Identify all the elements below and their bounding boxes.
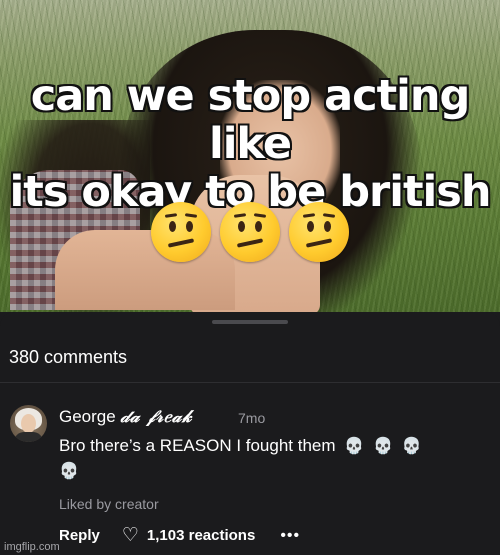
comments-count: 380 comments: [9, 347, 128, 367]
comment-timestamp: 7mo: [238, 410, 266, 426]
drag-handle[interactable]: [212, 320, 288, 324]
comments-sheet: 380 comments George 𝒹𝒶 𝒻𝓇𝑒𝒶𝓀 7mo Bro the…: [0, 312, 500, 555]
watermark: imgflip.com: [4, 541, 60, 553]
author-suffix: 𝒹𝒶 𝒻𝓇𝑒𝒶𝓀: [120, 407, 193, 427]
reactions-count[interactable]: 1,103 reactions: [147, 527, 255, 544]
skull-icon: 💀: [372, 438, 393, 455]
meme-caption: can we stop acting like its okay to be b…: [0, 71, 500, 217]
liked-by-creator: Liked by creator: [59, 496, 159, 512]
skull-icon: 💀: [344, 438, 365, 455]
comment-actions: Reply ♡ 1,103 reactions •••: [59, 526, 300, 545]
comment-author[interactable]: George 𝒹𝒶 𝒻𝓇𝑒𝒶𝓀: [59, 407, 192, 427]
more-options-button[interactable]: •••: [280, 527, 300, 545]
author-name: George: [59, 407, 116, 426]
meme-photo: can we stop acting like its okay to be b…: [0, 0, 500, 312]
confused-face-icon: [289, 202, 349, 262]
heart-icon[interactable]: ♡: [122, 526, 139, 545]
comment-body: Bro there’s a REASON I fought them: [59, 436, 336, 455]
comment-text: Bro there’s a REASON I fought them 💀 💀 💀…: [59, 434, 479, 484]
caption-line: can we stop acting like: [30, 71, 471, 170]
emoji-row: [0, 202, 500, 262]
skull-icon: 💀: [401, 438, 422, 455]
reply-button[interactable]: Reply: [59, 527, 100, 544]
confused-face-icon: [220, 202, 280, 262]
confused-face-icon: [151, 202, 211, 262]
skull-icon: 💀: [59, 463, 79, 480]
avatar[interactable]: [10, 405, 47, 442]
divider: [0, 382, 500, 383]
